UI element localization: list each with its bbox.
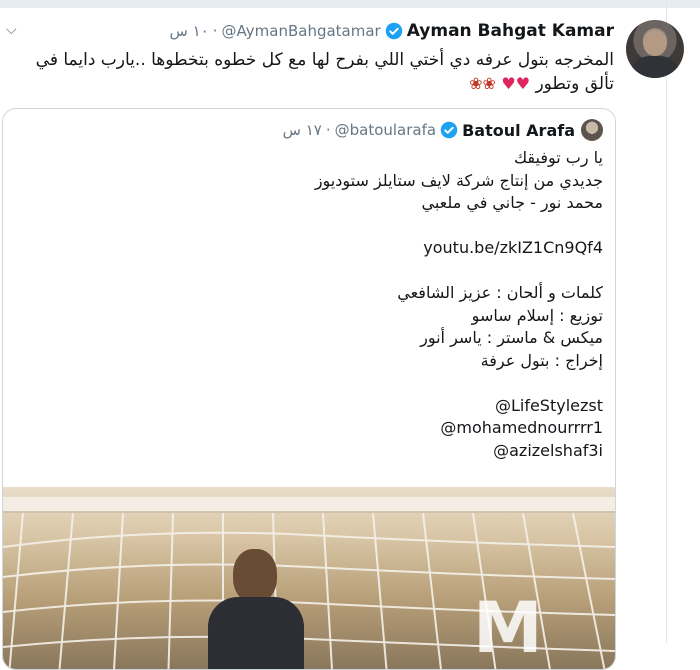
avatar-shirt — [630, 56, 680, 78]
verified-badge-icon — [440, 121, 458, 139]
youtube-link[interactable]: youtu.be/zkIZ1Cn9Qf4 — [23, 237, 603, 260]
thread-rail — [666, 0, 667, 643]
watermark-logo: M — [473, 587, 543, 669]
red-heart-emoji: ♥♥ — [501, 74, 531, 93]
player-head — [233, 549, 277, 603]
quoted-author-name: Batoul Arafa — [462, 120, 575, 140]
verified-badge-icon — [385, 22, 402, 40]
quoted-text-blank — [23, 260, 603, 283]
quoted-tweet-header: Batoul Arafa @batoularafa · ١٧ س — [283, 119, 603, 141]
quoted-tweet-text: يا رب توفيقك جديدي من إنتاج شركة لايف ست… — [23, 147, 603, 462]
quoted-text-line: توزيع : إسلام ساسو — [471, 305, 603, 325]
avatar-face — [643, 30, 667, 56]
quoted-text-line: ميكس & ماستر : ياسر أنور — [420, 328, 603, 347]
quoted-tweet-time: ١٧ س — [282, 121, 322, 139]
top-divider — [0, 0, 700, 8]
rose-emoji: ❀❀ — [469, 74, 496, 93]
tweet-header: Ayman Bahgat Kamar @AymanBahgatamar · ١٠… — [170, 20, 614, 42]
mention-link[interactable]: @azizelshaf3i — [23, 440, 603, 463]
separator-dot: · — [212, 22, 218, 40]
separator-dot: · — [325, 121, 331, 139]
quoted-text-line: إخراج : بتول عرفة — [480, 350, 603, 370]
mention-link[interactable]: @LifeStylezst — [23, 395, 603, 418]
tweet-text-line-2-text: تألق وتطور — [535, 74, 614, 94]
chevron-down-icon[interactable]: ⌵ — [6, 22, 17, 38]
mention-link[interactable]: @mohamednourrrr1 — [23, 417, 603, 440]
tweet-time[interactable]: ١٠ س — [170, 22, 209, 40]
author-handle[interactable]: @AymanBahgatamar — [222, 22, 381, 40]
quoted-text-blank — [23, 215, 603, 238]
quoted-text-line: كلمات و ألحان : عزيز الشافعي — [397, 283, 603, 302]
player-body — [208, 597, 304, 669]
author-avatar[interactable] — [626, 20, 684, 78]
quoted-author-handle: @batoularafa — [334, 121, 437, 139]
quoted-author-avatar — [581, 119, 603, 141]
tweet-text-line-2: تألق وتطور ♥♥ ❀❀ — [24, 72, 614, 96]
tweet-text: المخرجه بتول عرفه دي أختي اللي بفرح لها … — [24, 48, 614, 96]
quoted-tweet-card[interactable]: Batoul Arafa @batoularafa · ١٧ س يا رب ت… — [2, 108, 616, 670]
author-name[interactable]: Ayman Bahgat Kamar — [407, 21, 614, 41]
quoted-text-line: محمد نور - جاني في ملعبي — [421, 193, 603, 212]
quoted-text-line: جديدي من إنتاج شركة لايف ستايلز ستوديوز — [314, 170, 603, 190]
tweet-text-line-1: المخرجه بتول عرفه دي أختي اللي بفرح لها … — [35, 50, 614, 70]
quoted-text-line: يا رب توفيقك — [513, 148, 603, 167]
quoted-text-blank — [23, 372, 603, 395]
